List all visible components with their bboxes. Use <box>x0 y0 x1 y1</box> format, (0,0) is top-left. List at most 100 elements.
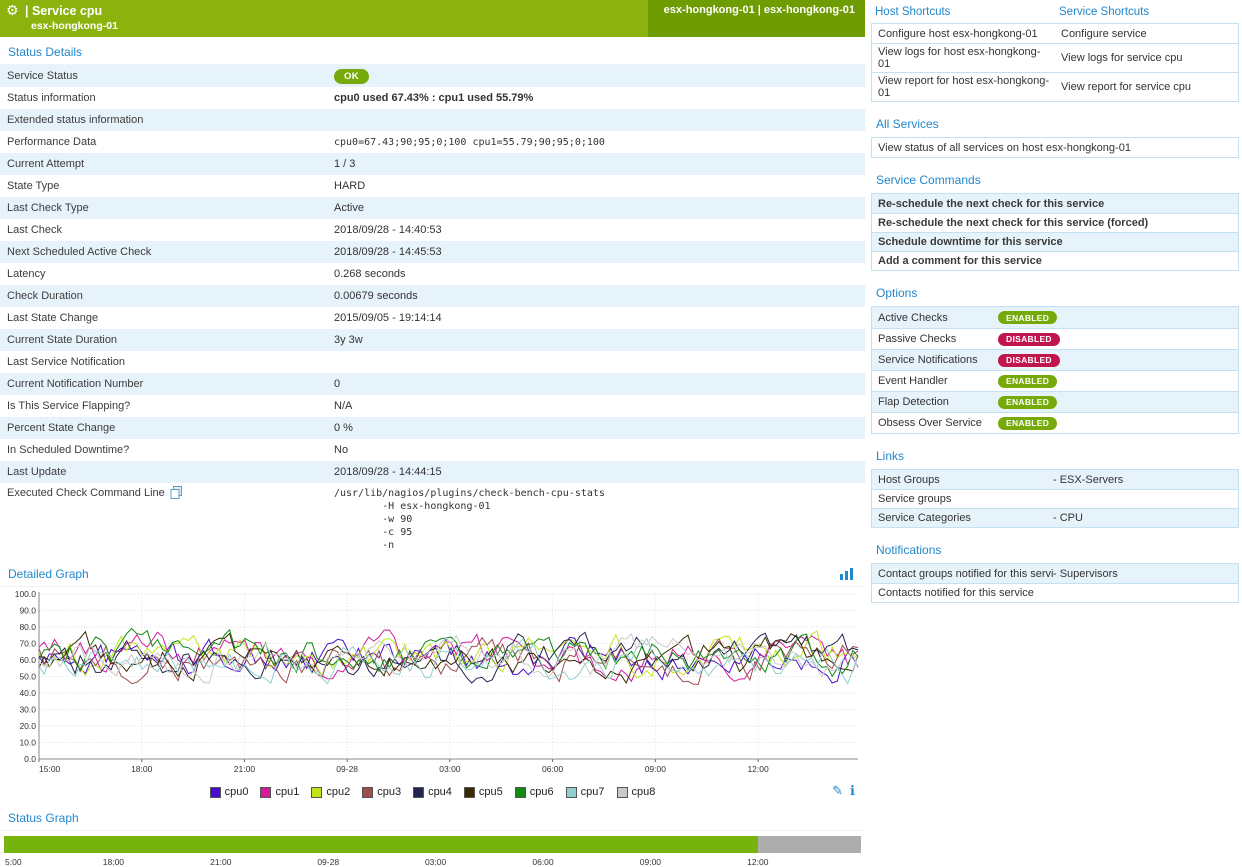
legend-item: cpu6 <box>515 786 554 798</box>
legend-label: cpu2 <box>326 786 350 798</box>
bar-chart-icon[interactable] <box>840 568 853 580</box>
status-row-value: cpu0=67.43;90;95;0;100 cpu1=55.79;90;95;… <box>334 137 865 148</box>
notifications-table: Contact groups notified for this service… <box>871 563 1239 603</box>
svg-text:20.0: 20.0 <box>19 721 36 731</box>
link-row-label: Service Categories <box>872 512 1053 524</box>
status-graph-tick-label: 18:00 <box>103 857 124 867</box>
detailed-graph-title[interactable]: Detailed Graph <box>0 559 89 586</box>
svg-text:80.0: 80.0 <box>19 622 36 632</box>
edit-graph-icon[interactable]: ✎ <box>832 783 843 799</box>
option-row[interactable]: Obsess Over ServiceENABLED <box>872 412 1238 433</box>
service-command-link[interactable]: Re-schedule the next check for this serv… <box>872 213 1238 232</box>
status-graph-title[interactable]: Status Graph <box>0 803 79 830</box>
service-commands-title[interactable]: Service Commands <box>876 173 1239 187</box>
graph-legend-row: cpu0cpu1cpu2cpu3cpu4cpu5cpu6cpu7cpu8 ✎ ℹ <box>0 781 865 803</box>
status-row-label: Current State Duration <box>0 334 334 346</box>
page-title: | Service cpu <box>25 4 102 18</box>
options-table: Active ChecksENABLEDPassive ChecksDISABL… <box>871 306 1239 434</box>
copy-command-icon[interactable] <box>170 486 183 499</box>
status-row: Performance Datacpu0=67.43;90;95;0;100 c… <box>0 131 865 153</box>
svg-text:10.0: 10.0 <box>19 738 36 748</box>
legend-swatch <box>260 787 271 798</box>
status-graph-header: Status Graph <box>0 803 865 831</box>
legend-item: cpu3 <box>362 786 401 798</box>
svg-text:50.0: 50.0 <box>19 672 36 682</box>
links-title[interactable]: Links <box>876 449 1239 463</box>
host-shortcut-link[interactable]: Configure host esx-hongkong-01 <box>872 26 1055 42</box>
status-details-title[interactable]: Status Details <box>0 37 82 64</box>
status-row: Status informationcpu0 used 67.43% : cpu… <box>0 87 865 109</box>
legend-label: cpu8 <box>632 786 656 798</box>
legend-label: cpu4 <box>428 786 452 798</box>
status-undetermined-segment <box>758 836 861 853</box>
svg-text:09:00: 09:00 <box>645 764 667 774</box>
options-title[interactable]: Options <box>876 286 1239 300</box>
status-row: Last Service Notification <box>0 351 865 373</box>
link-row-value[interactable]: - CPU <box>1053 512 1238 524</box>
status-row-label: Percent State Change <box>0 422 334 434</box>
service-command-link[interactable]: Re-schedule the next check for this serv… <box>872 194 1238 213</box>
status-row-value: No <box>334 444 865 456</box>
gear-icon[interactable]: ⚙ <box>6 3 19 17</box>
legend-label: cpu1 <box>275 786 299 798</box>
service-shortcut-link[interactable]: View report for service cpu <box>1055 79 1238 95</box>
sidebar: Host Shortcuts Service Shortcuts Configu… <box>871 0 1239 603</box>
status-row: Current State Duration3y 3w <box>0 329 865 351</box>
option-row[interactable]: Event HandlerENABLED <box>872 370 1238 391</box>
service-command-link[interactable]: Schedule downtime for this service <box>872 232 1238 251</box>
legend-item: cpu7 <box>566 786 605 798</box>
shortcuts-header: Host Shortcuts Service Shortcuts <box>871 0 1239 23</box>
service-shortcut-link[interactable]: View logs for service cpu <box>1055 50 1238 66</box>
header-host-links[interactable]: esx-hongkong-01 | esx-hongkong-01 <box>648 0 865 37</box>
status-information-text: cpu0 used 67.43% : cpu1 used 55.79% <box>334 92 533 104</box>
status-row-label: Last State Change <box>0 312 334 324</box>
status-row: Service StatusOK <box>0 65 865 87</box>
service-shortcut-link[interactable]: Configure service <box>1055 26 1238 42</box>
option-state-badge: ENABLED <box>998 396 1057 409</box>
option-state-badge: ENABLED <box>998 375 1057 388</box>
host-shortcut-link[interactable]: View logs for host esx-hongkong-01 <box>872 44 1055 72</box>
notifications-title[interactable]: Notifications <box>876 543 1239 557</box>
svg-text:40.0: 40.0 <box>19 688 36 698</box>
legend-item: cpu2 <box>311 786 350 798</box>
option-row[interactable]: Flap DetectionENABLED <box>872 391 1238 412</box>
main-column: ⚙ | Service cpu esx-hongkong-01 esx-hong… <box>0 0 865 867</box>
status-row-label: Check Duration <box>0 290 334 302</box>
service-shortcuts-title[interactable]: Service Shortcuts <box>1055 6 1239 18</box>
all-services-title[interactable]: All Services <box>876 117 1239 131</box>
links-table: Host Groups- ESX-ServersService groupsSe… <box>871 469 1239 528</box>
notification-row: Contacts notified for this service <box>872 583 1238 602</box>
host-shortcuts-title[interactable]: Host Shortcuts <box>871 6 1055 18</box>
status-row-value: 0.00679 seconds <box>334 290 865 302</box>
legend-swatch <box>464 787 475 798</box>
svg-text:09-28: 09-28 <box>336 764 358 774</box>
option-state-badge: ENABLED <box>998 311 1057 324</box>
status-row-value: 3y 3w <box>334 334 865 346</box>
host-shortcut-link[interactable]: View report for host esx-hongkong-01 <box>872 73 1055 101</box>
service-command-link[interactable]: Add a comment for this service <box>872 251 1238 270</box>
legend-label: cpu7 <box>581 786 605 798</box>
status-row: State TypeHARD <box>0 175 865 197</box>
info-icon[interactable]: ℹ <box>850 783 855 799</box>
status-row: Percent State Change0 % <box>0 417 865 439</box>
svg-text:03:00: 03:00 <box>439 764 461 774</box>
status-row: Is This Service Flapping?N/A <box>0 395 865 417</box>
svg-text:90.0: 90.0 <box>19 606 36 616</box>
status-row: Last Update2018/09/28 - 14:44:15 <box>0 461 865 483</box>
detailed-graph-section: Detailed Graph 100.090.080.070.060.050.0… <box>0 559 865 803</box>
legend-swatch <box>515 787 526 798</box>
notification-row-label: Contact groups notified for this service <box>872 568 1053 580</box>
option-row[interactable]: Passive ChecksDISABLED <box>872 328 1238 349</box>
option-row[interactable]: Service NotificationsDISABLED <box>872 349 1238 370</box>
link-row: Service groups <box>872 489 1238 508</box>
all-services-link[interactable]: View status of all services on host esx-… <box>872 138 1238 157</box>
status-row-value: 2018/09/28 - 14:44:15 <box>334 466 865 478</box>
status-row-label: Is This Service Flapping? <box>0 400 334 412</box>
option-row[interactable]: Active ChecksENABLED <box>872 307 1238 328</box>
legend-label: cpu6 <box>530 786 554 798</box>
link-row-value[interactable]: - ESX-Servers <box>1053 474 1238 486</box>
status-row-value: cpu0 used 67.43% : cpu1 used 55.79% <box>334 92 865 104</box>
status-row-label: Current Attempt <box>0 158 334 170</box>
status-graph-tick-label: 21:00 <box>210 857 231 867</box>
notification-row-value[interactable]: - Supervisors <box>1053 568 1238 580</box>
